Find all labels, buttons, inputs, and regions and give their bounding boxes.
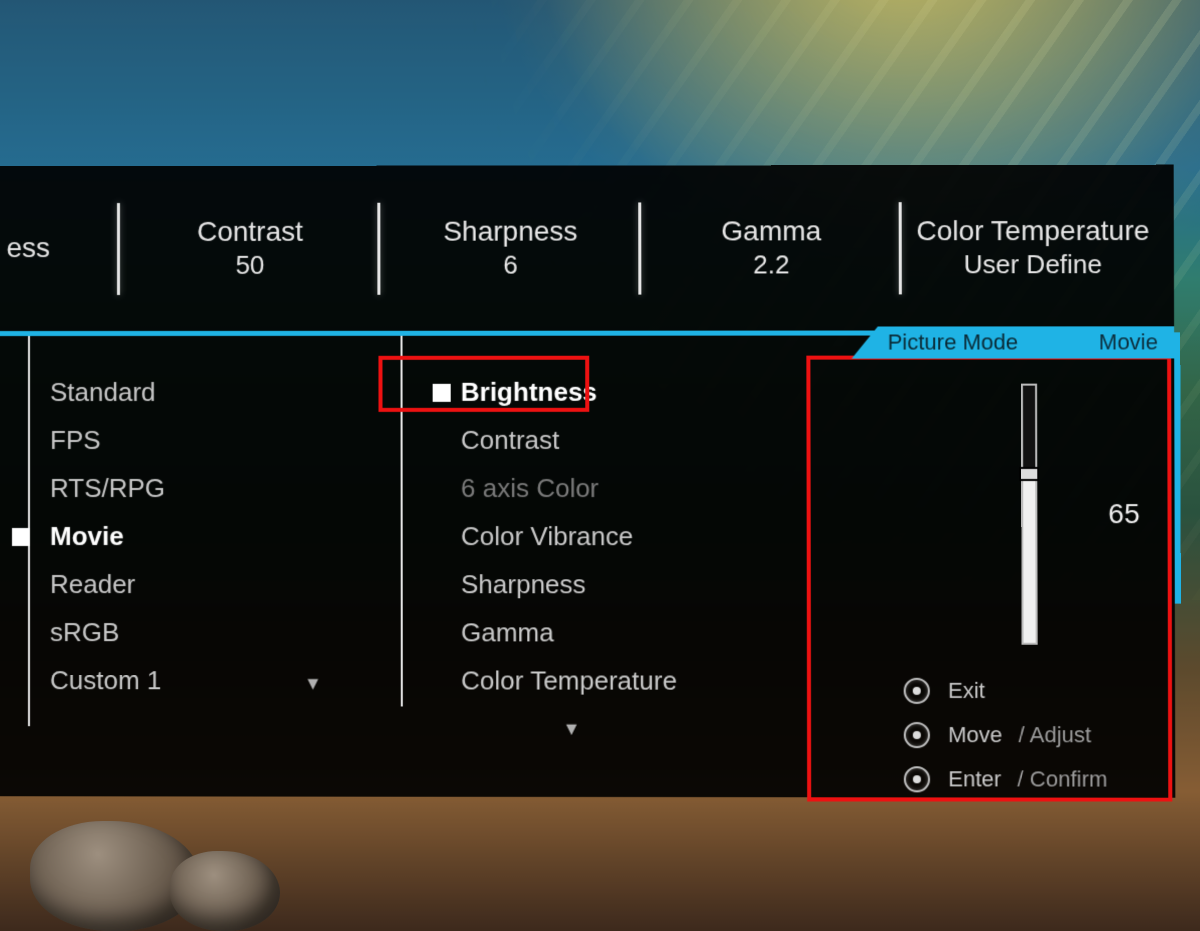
- osd-body: Standard FPS RTS/RPG Movie Reader sRGB: [0, 335, 1175, 794]
- osd-panel: ess Contrast 50 Sharpness 6 Gamma 2.2 Co…: [0, 165, 1175, 798]
- picture-mode-value: Movie: [1099, 329, 1158, 355]
- picture-mode-list: Standard FPS RTS/RPG Movie Reader sRGB: [0, 368, 431, 794]
- value-panel: 65 Exit Move / Adjust Enter / Confirm: [883, 367, 1175, 794]
- mode-item-fps[interactable]: FPS: [50, 416, 431, 464]
- rocks: [30, 791, 330, 931]
- setting-item-sharpness[interactable]: Sharpness: [461, 560, 883, 608]
- brightness-slider[interactable]: 65: [918, 384, 1140, 645]
- slider-fill: [1023, 476, 1035, 643]
- mode-item-srgb[interactable]: sRGB: [50, 608, 431, 656]
- setting-item-6-axis-color: 6 axis Color: [461, 464, 883, 512]
- summary-item-contrast: Contrast 50: [120, 216, 380, 281]
- slider-thumb[interactable]: [1019, 467, 1039, 481]
- picture-mode-tab: Picture Mode Movie: [851, 326, 1174, 358]
- picture-settings-list: Brightness Contrast 6 axis Color Color V…: [431, 368, 884, 795]
- joystick-icon: [904, 678, 930, 704]
- chevron-down-icon: ▼: [471, 705, 672, 753]
- setting-item-brightness[interactable]: Brightness: [461, 368, 883, 416]
- summary-item-sharpness: Sharpness 6: [380, 215, 641, 280]
- picture-mode-label: Picture Mode: [888, 329, 1019, 355]
- summary-item-color-temperature: Color Temperature User Define: [902, 215, 1164, 281]
- hint-move: Move / Adjust: [904, 713, 1176, 758]
- mode-item-movie[interactable]: Movie: [50, 512, 431, 560]
- setting-item-color-vibrance[interactable]: Color Vibrance: [461, 512, 883, 560]
- setting-item-gamma[interactable]: Gamma: [461, 608, 883, 656]
- button-hints: Exit Move / Adjust Enter / Confirm: [883, 669, 1175, 802]
- setting-item-color-temperature[interactable]: Color Temperature ▼: [461, 656, 884, 753]
- summary-item-gamma: Gamma 2.2: [641, 215, 902, 281]
- mode-item-rts-rpg[interactable]: RTS/RPG: [50, 464, 431, 512]
- mode-item-reader[interactable]: Reader: [50, 560, 431, 608]
- summary-bar: ess Contrast 50 Sharpness 6 Gamma 2.2 Co…: [0, 165, 1174, 336]
- accent-edge: [1174, 332, 1181, 603]
- joystick-icon: [904, 722, 930, 748]
- selection-marker-icon: [433, 384, 451, 402]
- summary-item-brightness-partial: ess: [0, 232, 120, 264]
- hint-exit: Exit: [904, 669, 1175, 713]
- chevron-down-icon: ▼: [304, 673, 322, 693]
- mode-item-custom-1[interactable]: Custom 1 ▼: [50, 656, 431, 707]
- setting-item-contrast[interactable]: Contrast: [461, 416, 883, 464]
- selection-marker-icon: [12, 528, 30, 546]
- mode-item-standard[interactable]: Standard: [50, 368, 431, 416]
- slider-track: [1020, 384, 1037, 645]
- joystick-icon: [904, 766, 930, 792]
- slider-value: 65: [1108, 498, 1140, 530]
- hint-enter: Enter / Confirm: [904, 757, 1176, 802]
